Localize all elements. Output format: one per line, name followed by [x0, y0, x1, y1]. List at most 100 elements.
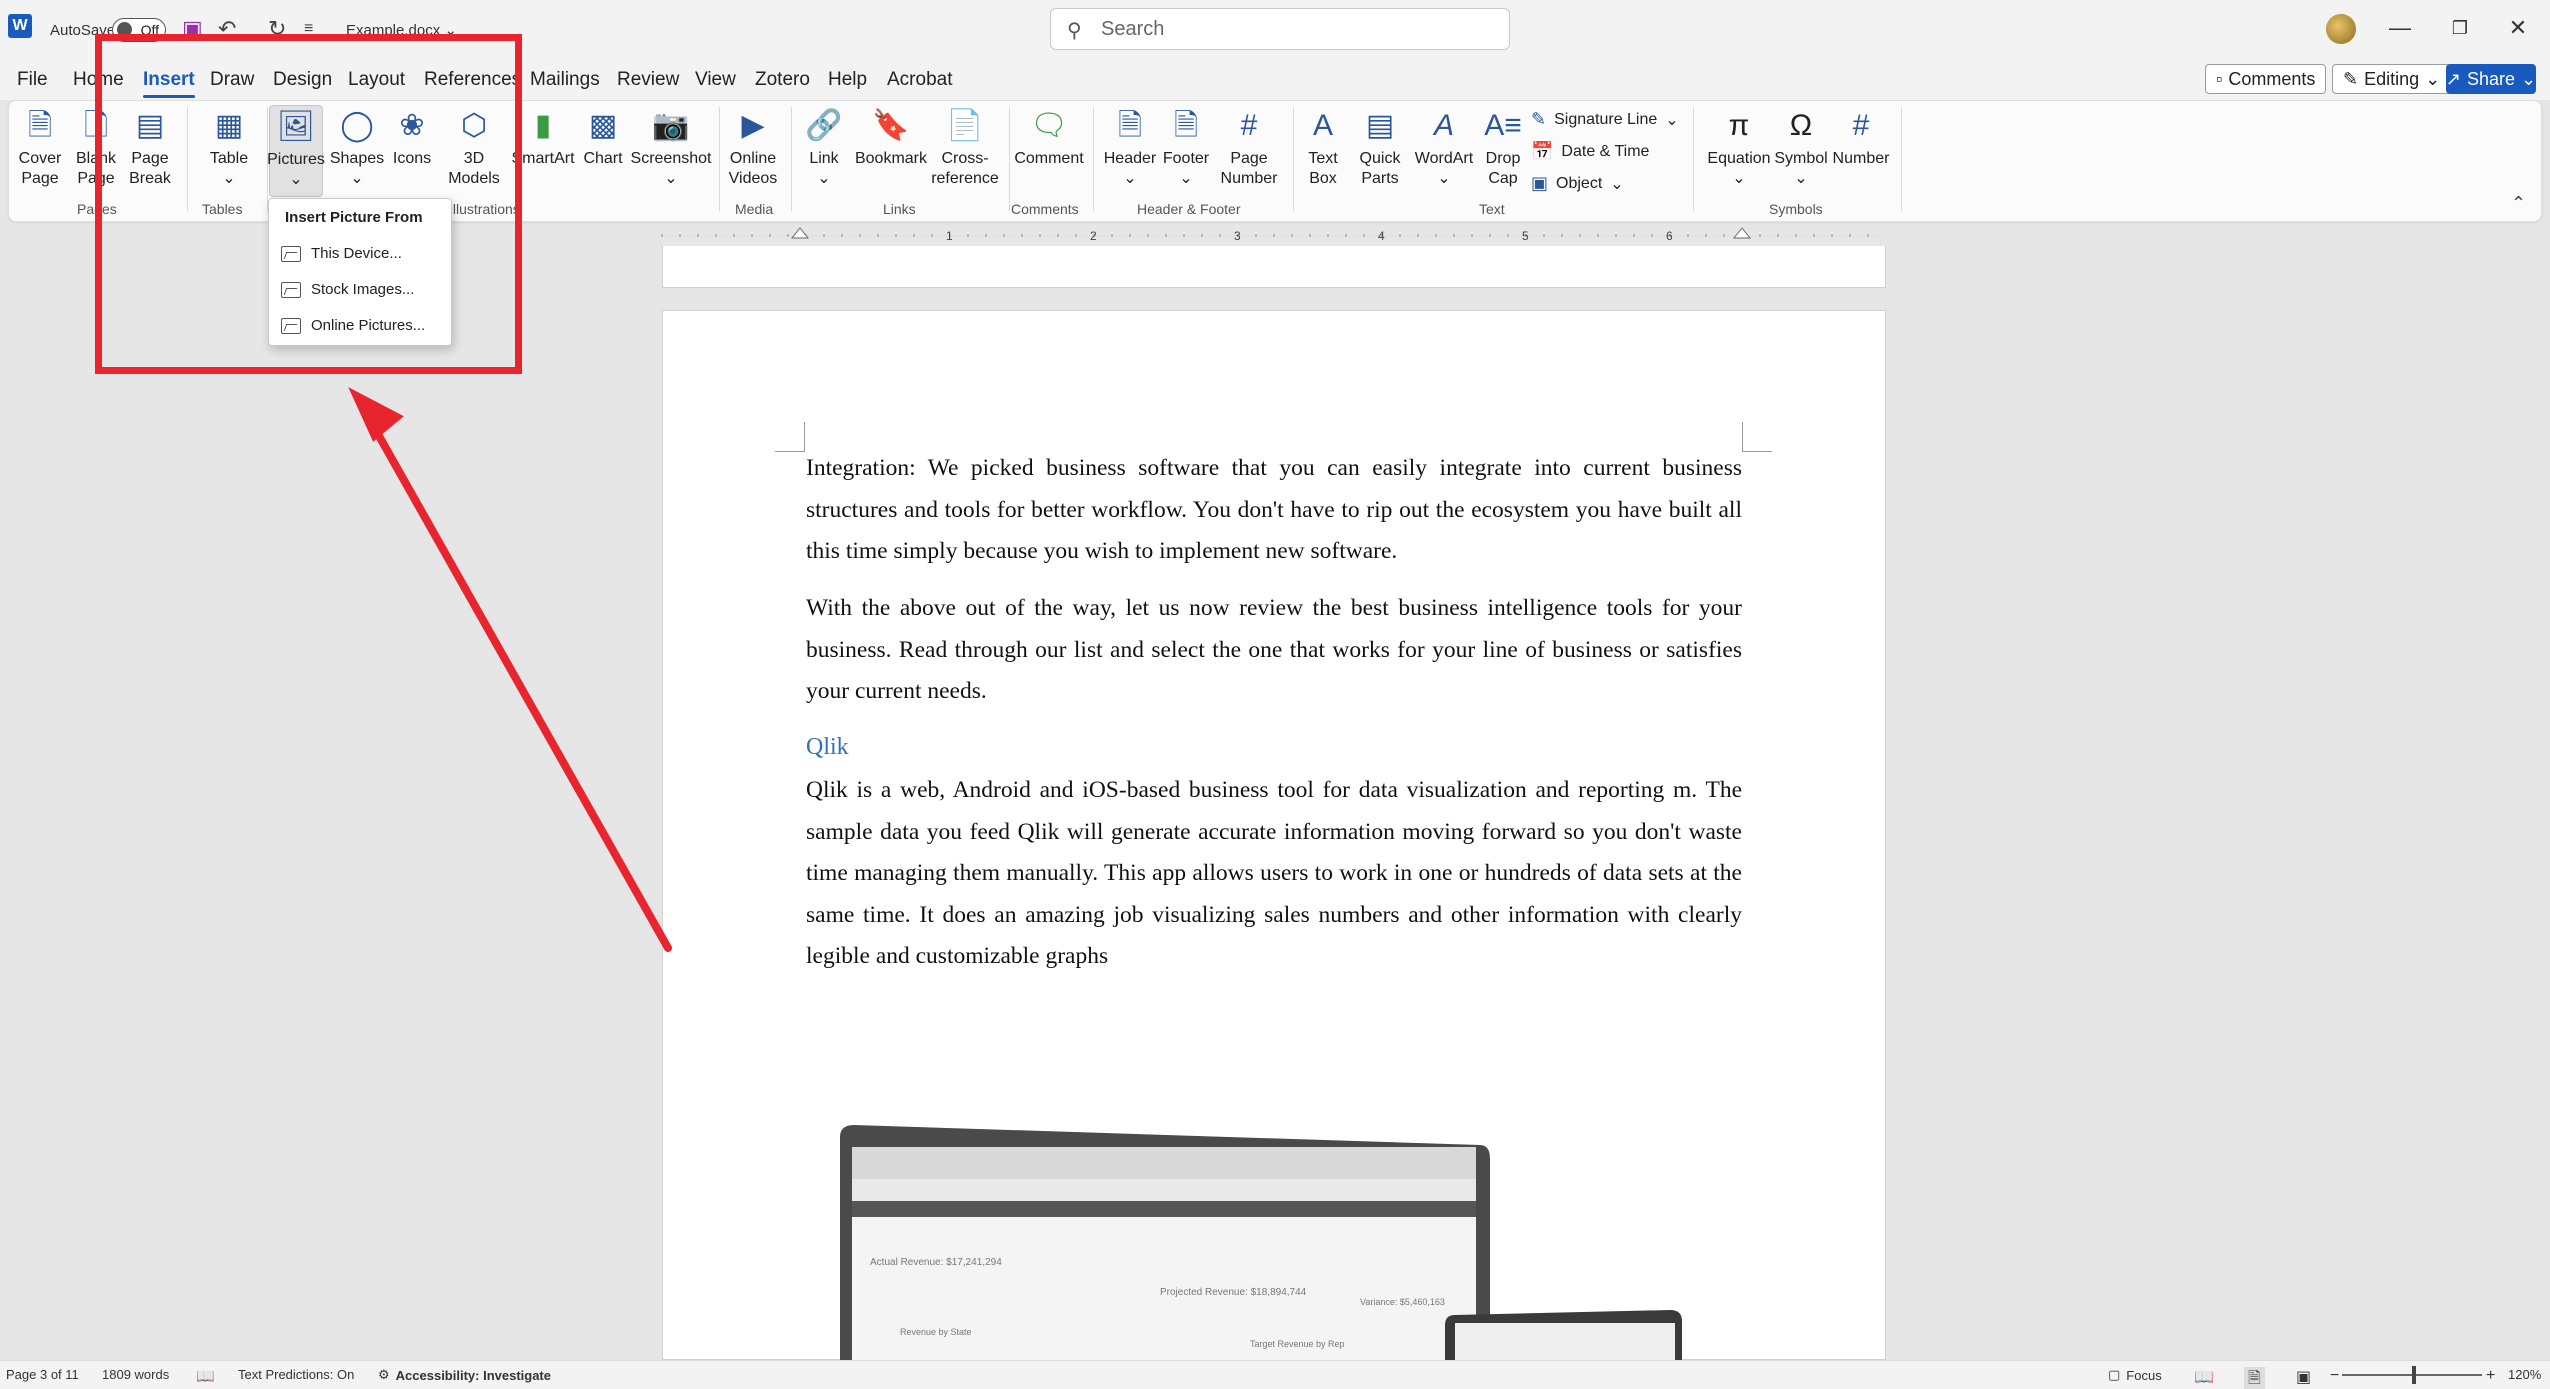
target-revenue-text: Target Revenue by Rep [1250, 1339, 1345, 1349]
group-separator [791, 107, 792, 211]
web-layout-icon[interactable]: ▣ [2296, 1367, 2311, 1387]
equation-label: Equation [1707, 150, 1771, 167]
number-button[interactable]: # Number [1821, 105, 1901, 169]
paragraph-review-intro[interactable]: With the above out of the way, let us no… [806, 588, 1742, 713]
bookmark-button[interactable]: 🔖 Bookmark [851, 105, 931, 169]
qlik-laptop-image[interactable]: Actual Revenue: $17,241,294 Projected Re… [840, 1125, 1700, 1360]
date-time-button[interactable]: 📅 Date & Time [1531, 141, 1649, 162]
tab-file[interactable]: File [17, 60, 48, 100]
cross-reference-button[interactable]: 📄 Cross- reference [925, 105, 1005, 189]
screenshot-label: Screenshot [630, 150, 712, 167]
equation-button[interactable]: π Equation ⌄ [1701, 105, 1777, 189]
header-button[interactable]: 🗎 Header ⌄ [1099, 105, 1161, 189]
signature-line-button[interactable]: ✎ Signature Line ⌄ [1531, 109, 1679, 130]
header-icon: 🗎 [1117, 109, 1143, 142]
drop-cap-button[interactable]: A≡ Drop Cap [1477, 105, 1529, 189]
signature-line-label: Signature Line [1554, 110, 1658, 128]
accessibility-status[interactable]: ⚙ Accessibility: Investigate [378, 1367, 551, 1383]
text-box-label-1: Text [1308, 150, 1338, 167]
actual-revenue-text: Actual Revenue: $17,241,294 [870, 1257, 1002, 1268]
user-avatar[interactable] [2326, 14, 2356, 44]
smartart-icon: ▮ [534, 109, 552, 142]
wordart-button[interactable]: A WordArt ⌄ [1409, 105, 1479, 189]
chevron-down-icon: ⌄ [1123, 170, 1137, 187]
share-icon: ↗ [2445, 68, 2461, 89]
focus-label: Focus [2126, 1367, 2162, 1383]
tab-help[interactable]: Help [828, 60, 867, 100]
editing-button[interactable]: ✎ Editing ⌄ [2332, 64, 2452, 94]
pi-icon: π [1728, 109, 1750, 142]
chevron-down-icon: ⌄ [1794, 170, 1808, 187]
word-count[interactable]: 1809 words [102, 1367, 169, 1382]
zoom-in-icon[interactable]: + [2486, 1367, 2495, 1385]
omega-icon: Ω [1789, 109, 1813, 142]
collapse-ribbon-icon[interactable]: ⌃ [2511, 193, 2526, 214]
tab-zotero[interactable]: Zotero [755, 60, 810, 100]
print-layout-icon[interactable]: 🗎 [2244, 1367, 2265, 1389]
heading-qlik[interactable]: Qlik [806, 734, 849, 761]
text-box-button[interactable]: A Text Box [1299, 105, 1347, 189]
group-separator [1901, 107, 1902, 211]
chevron-down-icon: ⌄ [1732, 170, 1746, 187]
restore-icon[interactable]: ❐ [2440, 8, 2480, 48]
horizontal-ruler: 1 2 3 4 5 6 [661, 227, 1878, 243]
ruler-number: 1 [946, 229, 953, 243]
header-label: Header [1103, 150, 1157, 167]
zoom-slider-thumb[interactable] [2412, 1366, 2416, 1384]
chevron-down-icon: ⌄ [2425, 68, 2441, 89]
tab-view[interactable]: View [695, 60, 736, 100]
page-number-icon: # [1240, 109, 1258, 142]
comments-label: Comments [2228, 68, 2316, 89]
link-button[interactable]: 🔗 Link ⌄ [799, 105, 849, 189]
text-box-icon: A [1312, 109, 1333, 142]
share-button[interactable]: ↗ Share ⌄ [2446, 64, 2536, 94]
accessibility-label: Accessibility: Investigate [395, 1367, 551, 1383]
paragraph-qlik[interactable]: Qlik is a web, Android and iOS-based bus… [806, 770, 1742, 978]
editing-label: Editing [2364, 68, 2420, 89]
tab-review[interactable]: Review [617, 60, 679, 100]
zoom-level[interactable]: 120% [2508, 1367, 2541, 1382]
group-label-comments: Comments [1011, 201, 1079, 217]
page-count[interactable]: Page 3 of 11 [6, 1367, 79, 1382]
comment-label: Comment [1014, 150, 1084, 167]
footer-button[interactable]: 🗎 Footer ⌄ [1155, 105, 1217, 189]
minimize-icon[interactable]: — [2380, 8, 2420, 48]
screenshot-button[interactable]: 📷 Screenshot ⌄ [630, 105, 712, 189]
footer-icon: 🗎 [1173, 109, 1199, 142]
proofing-icon[interactable]: 📖 [196, 1367, 215, 1385]
comment-button[interactable]: 🗨 Comment [1011, 105, 1087, 169]
chart-button[interactable]: ▩ Chart [575, 105, 631, 169]
object-icon: ▣ [1531, 173, 1549, 193]
link-label: Link [809, 150, 839, 167]
cover-page-label-2: Page [21, 170, 59, 187]
tab-acrobat[interactable]: Acrobat [887, 60, 952, 100]
cover-page-button[interactable]: 🗎 Cover Page [15, 105, 65, 189]
group-separator [1693, 107, 1694, 211]
number-icon: # [1852, 109, 1870, 142]
text-predictions[interactable]: Text Predictions: On [238, 1367, 354, 1382]
word-app-icon: W [8, 14, 32, 38]
comments-button[interactable]: ▫ Comments [2205, 64, 2327, 94]
ruler-number: 4 [1378, 229, 1385, 243]
read-mode-icon[interactable]: 📖 [2194, 1367, 2214, 1387]
quick-parts-label-1: Quick [1359, 150, 1401, 167]
online-videos-button[interactable]: ▶ Online Videos [723, 105, 783, 189]
chevron-down-icon: ⌄ [1437, 170, 1451, 187]
tab-mailings[interactable]: Mailings [530, 60, 600, 100]
chevron-down-icon: ⌄ [2521, 68, 2537, 89]
focus-button[interactable]: ▢ Focus [2108, 1367, 2162, 1383]
chevron-down-icon: ⌄ [1179, 170, 1193, 187]
video-icon: ▶ [741, 109, 765, 142]
cross-reference-label-2: reference [931, 170, 999, 187]
projected-revenue-text: Projected Revenue: $18,894,744 [1160, 1287, 1307, 1298]
close-icon[interactable]: ✕ [2498, 8, 2538, 48]
page-number-button[interactable]: # Page Number [1213, 105, 1285, 189]
link-icon: 🔗 [805, 109, 843, 142]
pencil-icon: ✎ [2343, 68, 2359, 89]
search-box[interactable]: ⚲ Search [1050, 8, 1510, 50]
date-time-label: Date & Time [1561, 142, 1650, 160]
zoom-out-icon[interactable]: − [2330, 1367, 2339, 1385]
paragraph-integration[interactable]: Integration: We picked business software… [806, 448, 1742, 573]
object-button[interactable]: ▣ Object ⌄ [1531, 173, 1624, 194]
quick-parts-button[interactable]: ▤ Quick Parts [1355, 105, 1405, 189]
